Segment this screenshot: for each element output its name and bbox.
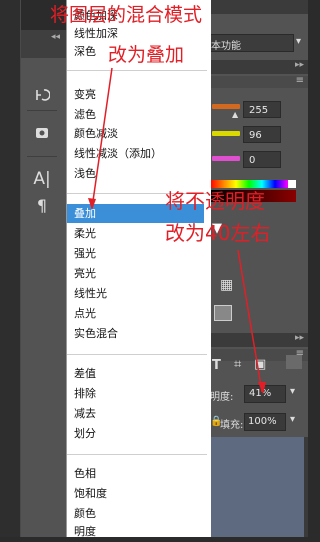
annotation-arrows	[88, 67, 266, 394]
